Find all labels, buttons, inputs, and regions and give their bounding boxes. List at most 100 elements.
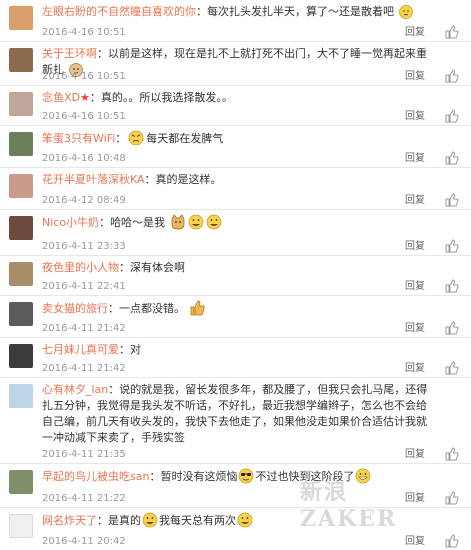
- username-link[interactable]: 左眼右盼的不自然瞳自喜欢的你: [42, 5, 196, 18]
- avatar[interactable]: [9, 174, 33, 198]
- colon: ：: [97, 47, 108, 60]
- comment-item: 念鱼XD★：真的。。所以我选择散发。。 2016-4-16 10:51 回复: [0, 86, 471, 126]
- comment-text: 对: [130, 343, 141, 356]
- comment-item: 花开半夏叶落深秋KA：真的是这样。 2016-4-12 08:49 回复: [0, 168, 471, 210]
- reply-button[interactable]: 回复: [405, 149, 425, 164]
- thumbs-up-icon[interactable]: [445, 361, 459, 375]
- username-link[interactable]: 花开半夏叶落深秋KA: [42, 173, 145, 186]
- colon: ：: [196, 5, 207, 18]
- timestamp: 2016-4-16 10:51: [42, 27, 126, 38]
- avatar[interactable]: [9, 216, 33, 240]
- comment-item: 关于王环啊：以前是这样，现在是扎不上就打死不出门，大不了睡一觉再起来重新扎 20…: [0, 42, 471, 86]
- comment-text-continued: 不过也快到这阶段了: [255, 470, 355, 483]
- comment-item: 心有林夕_lan：说的就是我，留长发很多年，都及腰了，但我只会扎马尾，还得扎五分…: [0, 378, 471, 464]
- reply-button[interactable]: 回复: [405, 532, 425, 547]
- timestamp: 2016-4-11 23:33: [42, 241, 126, 252]
- comment-text: 是真的: [108, 514, 141, 527]
- colon: ：: [89, 91, 101, 104]
- thumbs-up-icon[interactable]: [445, 25, 459, 39]
- username-link[interactable]: 笨蛋3只有WiFi: [42, 132, 115, 145]
- timestamp: 2016-4-16 10:48: [42, 153, 126, 164]
- reply-button[interactable]: 回复: [405, 67, 425, 82]
- username-link[interactable]: 念鱼XD: [42, 91, 80, 104]
- reply-button[interactable]: 回复: [405, 23, 425, 38]
- comment-feed: 左眼右盼的不自然瞳自喜欢的你：每次扎头发扎半天，算了～还是散着吧 2016-4-…: [0, 0, 471, 550]
- reply-button[interactable]: 回复: [405, 445, 425, 460]
- timestamp: 2016-4-12 08:49: [42, 195, 126, 206]
- username-link[interactable]: 七月妹儿真可爱: [42, 343, 119, 356]
- username-link[interactable]: 早起的鸟儿被虫吃san: [42, 470, 149, 483]
- cat-emoji-icon: [171, 214, 184, 230]
- thumbs-up-icon[interactable]: [445, 109, 459, 123]
- star-badge-icon: ★: [80, 91, 90, 104]
- thumbs-up-icon[interactable]: [445, 447, 459, 461]
- reply-button[interactable]: 回复: [405, 107, 425, 122]
- username-link[interactable]: 心有林夕_lan: [42, 383, 108, 396]
- reply-button[interactable]: 回复: [405, 319, 425, 334]
- colon: ：: [97, 514, 108, 527]
- thumbs-up-icon[interactable]: [445, 279, 459, 293]
- thumbs-up-icon[interactable]: [445, 193, 459, 207]
- avatar[interactable]: [9, 262, 33, 286]
- comment-item: 夜色里的小人物：深有体会啊 2016-4-11 22:41 回复: [0, 256, 471, 296]
- comment-text: 一点都没错。: [119, 302, 185, 315]
- colon: ：: [119, 343, 130, 356]
- avatar[interactable]: [9, 48, 33, 72]
- comment-item: Nico小牛奶：哈哈～是我 2016-4-11 23:33 回复: [0, 210, 471, 256]
- timestamp: 2016-4-11 20:42: [42, 536, 126, 547]
- username-link[interactable]: 关于王环啊: [42, 47, 97, 60]
- sigh-emoji-icon: [398, 5, 413, 19]
- timestamp: 2016-4-11 21:42: [42, 363, 126, 374]
- timestamp: 2016-4-16 10:51: [42, 111, 126, 122]
- reply-button[interactable]: 回复: [405, 277, 425, 292]
- avatar[interactable]: [9, 470, 33, 494]
- thumbs-up-icon[interactable]: [445, 534, 459, 548]
- thumbs-up-icon[interactable]: [445, 239, 459, 253]
- avatar[interactable]: [9, 302, 33, 326]
- thumbs-up-icon[interactable]: [445, 321, 459, 335]
- colon: ：: [108, 302, 119, 315]
- reply-button[interactable]: 回复: [405, 359, 425, 374]
- username-link[interactable]: 网名炸天了: [42, 514, 97, 527]
- cool-emoji-icon: [239, 468, 254, 484]
- avatar[interactable]: [9, 92, 33, 116]
- timestamp: 2016-4-11 22:41: [42, 281, 126, 292]
- avatar[interactable]: [9, 6, 33, 30]
- reply-button[interactable]: 回复: [405, 489, 425, 504]
- username-link[interactable]: 卖女猫的旅行: [42, 302, 108, 315]
- thumbs-up-emoji-icon: [190, 300, 205, 316]
- laugh-emoji-icon: [188, 214, 203, 230]
- comment-item: 卖女猫的旅行：一点都没错。 2016-4-11 21:42 回复: [0, 296, 471, 338]
- thumbs-up-icon[interactable]: [445, 151, 459, 165]
- colon: ：: [119, 261, 130, 274]
- comment-text: 暂时没有这烦恼: [160, 470, 238, 483]
- reply-button[interactable]: 回复: [405, 191, 425, 206]
- comment-text: 每次扎头发扎半天，算了～还是散着吧: [207, 5, 394, 18]
- comment-text: 深有体会啊: [130, 261, 185, 274]
- timestamp: 2016-4-11 21:42: [42, 323, 126, 334]
- avatar[interactable]: [9, 384, 33, 408]
- colon: ：: [108, 383, 120, 396]
- timestamp: 2016-4-11 21:22: [42, 493, 126, 504]
- thumbs-up-icon[interactable]: [445, 491, 459, 505]
- colon: ：: [99, 216, 111, 229]
- timestamp: 2016-4-16 10:51: [42, 71, 126, 82]
- comment-item: 笨蛋3只有WiFi： 每天都在发脾气 2016-4-16 10:48 回复: [0, 126, 471, 168]
- laugh-emoji-icon: [237, 512, 253, 528]
- comment-item: 早起的鸟儿被虫吃san：暂时没有这烦恼 不过也快到这阶段了 2016-4-11 2…: [0, 464, 471, 508]
- reply-button[interactable]: 回复: [405, 237, 425, 252]
- comment-item: 左眼右盼的不自然瞳自喜欢的你：每次扎头发扎半天，算了～还是散着吧 2016-4-…: [0, 0, 471, 42]
- laugh-emoji-icon: [142, 512, 158, 528]
- avatar[interactable]: [9, 132, 33, 156]
- avatar[interactable]: [9, 514, 33, 538]
- comment-text: 真的。。所以我选择散发。。: [100, 91, 233, 104]
- comment-text: 真的是这样。: [155, 173, 222, 186]
- timestamp: 2016-4-11 21:35: [42, 449, 126, 460]
- thumbs-up-icon[interactable]: [445, 69, 459, 83]
- colon: ：: [149, 470, 161, 483]
- username-link[interactable]: 夜色里的小人物: [42, 261, 119, 274]
- laugh-emoji-icon: [206, 214, 221, 230]
- avatar[interactable]: [9, 344, 33, 368]
- colon: ：: [115, 132, 127, 145]
- username-link[interactable]: Nico小牛奶: [42, 216, 99, 229]
